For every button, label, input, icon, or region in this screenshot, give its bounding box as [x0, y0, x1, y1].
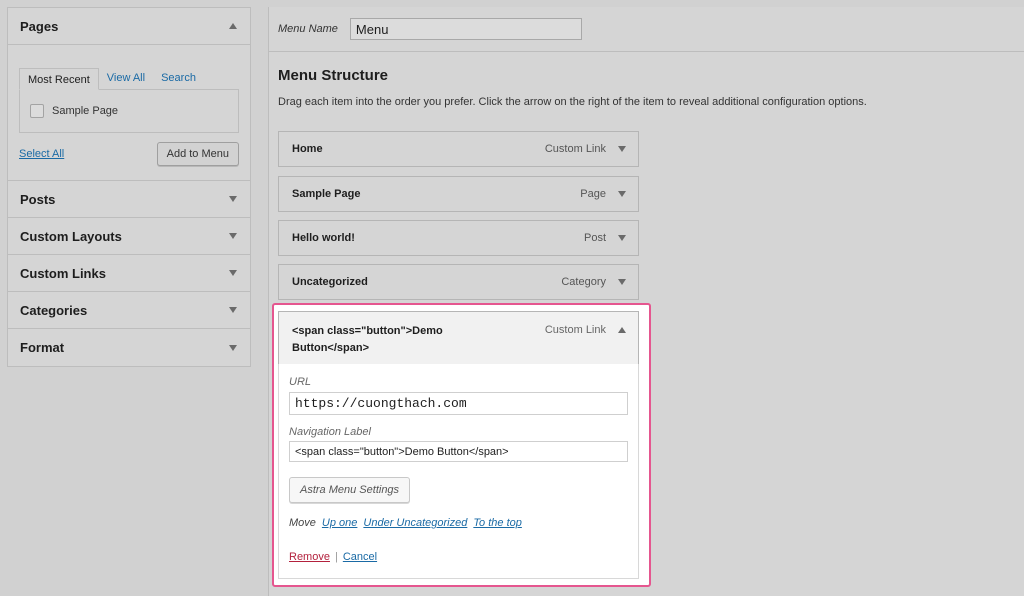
chevron-down-icon[interactable]: [229, 233, 237, 239]
pages-tabs: Most Recent View All Search: [19, 67, 239, 90]
move-to-top-link[interactable]: To the top: [473, 517, 522, 529]
chevron-up-icon[interactable]: [229, 23, 237, 29]
chevron-down-icon[interactable]: [229, 307, 237, 313]
menu-item-sample-page[interactable]: Sample Page Page: [278, 176, 639, 212]
menu-item-controls: Page: [580, 188, 626, 200]
expand-arrow-icon[interactable]: [618, 279, 626, 285]
accordion-pages-header[interactable]: Pages: [8, 8, 250, 45]
tab-most-recent[interactable]: Most Recent: [19, 68, 99, 90]
remove-link[interactable]: Remove: [289, 551, 330, 563]
accordion-format-title: Format: [20, 340, 65, 355]
menu-name-label: Menu Name: [278, 23, 338, 35]
pages-actions: Select All Add to Menu: [19, 142, 239, 166]
accordion-posts-title: Posts: [20, 191, 56, 207]
pages-list: Sample Page: [19, 89, 239, 133]
sample-page-checkbox[interactable]: [30, 104, 44, 118]
collapse-arrow-icon[interactable]: [618, 327, 626, 333]
chevron-down-icon[interactable]: [229, 196, 237, 202]
move-row: Move Up one Under Uncategorized To the t…: [289, 517, 522, 529]
menu-item-title: Home: [292, 143, 323, 155]
tab-search[interactable]: Search: [153, 67, 204, 89]
menu-item-type: Custom Link: [544, 143, 606, 155]
accordion-custom-layouts-title: Custom Layouts: [20, 228, 122, 244]
move-label: Move: [289, 517, 316, 529]
menu-item-controls: Category: [561, 276, 626, 288]
menu-item-hello-world[interactable]: Hello world! Post: [278, 220, 639, 256]
menu-name-bar: Menu Name: [269, 7, 1024, 52]
move-up-one-link[interactable]: Up one: [322, 517, 357, 529]
accordion-custom-links-header[interactable]: Custom Links: [8, 255, 250, 292]
menu-item-title: Hello world!: [292, 232, 355, 244]
cancel-link[interactable]: Cancel: [343, 551, 377, 563]
expand-arrow-icon[interactable]: [618, 235, 626, 241]
add-to-menu-button[interactable]: Add to Menu: [156, 142, 239, 166]
highlighted-menu-item: <span class="button">Demo Button</span> …: [272, 303, 651, 587]
menu-item-title: Sample Page: [292, 188, 361, 200]
menu-item-type: Post: [583, 232, 606, 244]
accordion-categories-header[interactable]: Categories: [8, 292, 250, 329]
navigation-label-input[interactable]: [289, 441, 628, 462]
add-menu-items-panel: Pages Most Recent View All Search Sample…: [7, 7, 251, 367]
actions-separator: |: [334, 551, 338, 563]
menu-item-controls: Custom Link: [545, 143, 626, 155]
astra-menu-settings-button[interactable]: Astra Menu Settings: [289, 477, 411, 503]
menu-item-type: Category: [561, 276, 606, 288]
url-label: URL: [289, 376, 312, 388]
accordion-format-header[interactable]: Format: [8, 329, 250, 366]
menu-item-controls: Custom Link: [545, 324, 626, 336]
menu-structure-description: Drag each item into the order you prefer…: [278, 96, 867, 108]
navigation-label-label: Navigation Label: [289, 426, 371, 438]
chevron-down-icon[interactable]: [229, 270, 237, 276]
menu-item-controls: Post: [584, 232, 626, 244]
accordion-posts-header[interactable]: Posts: [8, 181, 250, 218]
menu-item-title: Uncategorized: [292, 276, 368, 288]
menu-item-home[interactable]: Home Custom Link: [278, 131, 639, 167]
sample-page-label[interactable]: Sample Page: [52, 105, 118, 117]
tab-view-all[interactable]: View All: [99, 67, 153, 89]
move-under-uncategorized-link[interactable]: Under Uncategorized: [363, 517, 467, 529]
expand-arrow-icon[interactable]: [618, 146, 626, 152]
menu-name-input[interactable]: [349, 18, 582, 40]
item-actions: Remove | Cancel: [289, 551, 377, 563]
url-input[interactable]: [289, 392, 628, 415]
expand-arrow-icon[interactable]: [618, 191, 626, 197]
accordion-custom-links-title: Custom Links: [20, 265, 106, 281]
menu-item-demo-button[interactable]: <span class="button">Demo Button</span> …: [278, 311, 639, 365]
accordion-categories-title: Categories: [20, 302, 88, 318]
menu-item-settings: URL Navigation Label Astra Menu Settings…: [278, 364, 639, 579]
menu-structure-title: Menu Structure: [278, 67, 389, 84]
chevron-down-icon[interactable]: [229, 344, 237, 351]
accordion-pages-title: Pages: [20, 18, 59, 34]
menu-item-title: <span class="button">Demo Button</span>: [292, 325, 443, 354]
menu-item-type: Page: [580, 188, 606, 200]
menu-item-uncategorized[interactable]: Uncategorized Category: [278, 264, 639, 300]
pages-section-body: Most Recent View All Search Sample Page …: [8, 45, 250, 181]
accordion-custom-layouts-header[interactable]: Custom Layouts: [8, 218, 250, 255]
menu-item-type: Custom Link: [544, 324, 606, 336]
select-all-link[interactable]: Select All: [19, 148, 64, 160]
